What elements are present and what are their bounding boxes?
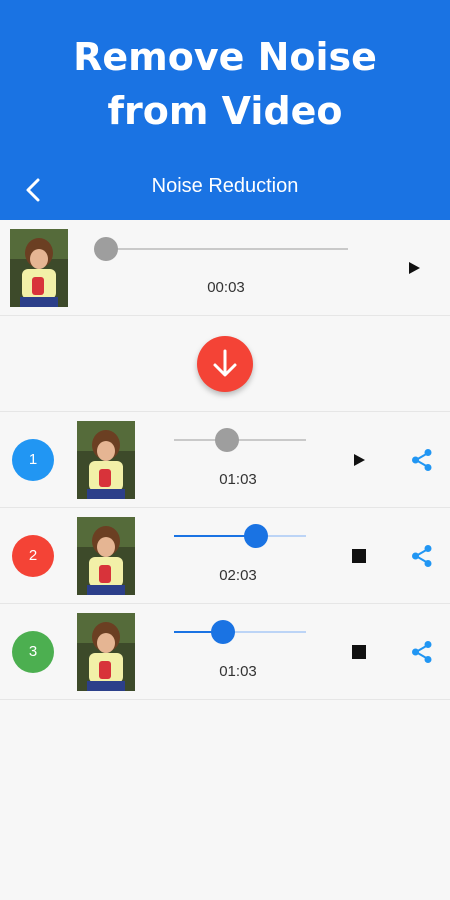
original-seek-slider[interactable]: [94, 237, 348, 261]
original-video-row: 00:03: [0, 220, 450, 316]
result-stop-button[interactable]: [347, 640, 371, 664]
slider-track: [174, 439, 306, 441]
result-time: 01:03: [219, 471, 257, 488]
result-number-badge: 1: [12, 439, 54, 481]
original-time: 00:03: [207, 279, 245, 296]
share-icon: [412, 545, 432, 567]
result-seek-slider[interactable]: [174, 428, 306, 452]
share-icon: [412, 641, 432, 663]
result-number-badge: 3: [12, 631, 54, 673]
result-time: 02:03: [219, 567, 257, 584]
result-stop-button[interactable]: [347, 544, 371, 568]
header: Remove Noise from Video Noise Reduction: [0, 0, 450, 220]
promo-line-1: Remove Noise: [73, 35, 377, 79]
original-play-button[interactable]: [402, 256, 426, 280]
arrow-down-icon: [213, 349, 237, 377]
promo-title: Remove Noise from Video: [0, 30, 450, 138]
slider-thumb[interactable]: [210, 620, 235, 644]
result-row-3: 3 01:03: [0, 604, 450, 700]
result-row-2: 2 02:03: [0, 508, 450, 604]
stop-icon: [352, 645, 366, 659]
slider-track: [106, 248, 348, 250]
slider-thumb[interactable]: [214, 428, 239, 452]
video-thumbnail: [77, 517, 135, 595]
process-download-button[interactable]: [197, 336, 253, 392]
share-button[interactable]: [408, 638, 436, 666]
result-seek-slider[interactable]: [174, 524, 306, 548]
play-icon: [409, 262, 420, 274]
video-thumbnail: [77, 421, 135, 499]
result-play-button[interactable]: [347, 448, 371, 472]
video-thumbnail: [77, 613, 135, 691]
result-seek-slider[interactable]: [174, 620, 306, 644]
result-time: 01:03: [219, 663, 257, 680]
toolbar-title: Noise Reduction: [151, 175, 299, 197]
result-row-1: 1 01:03: [0, 412, 450, 508]
slider-thumb[interactable]: [94, 237, 118, 261]
share-button[interactable]: [408, 446, 436, 474]
result-number-badge: 2: [12, 535, 54, 577]
play-icon: [354, 454, 365, 466]
share-icon: [412, 449, 432, 471]
app-toolbar: Noise Reduction: [0, 160, 450, 216]
slider-thumb[interactable]: [243, 524, 268, 548]
promo-line-2: from Video: [107, 89, 343, 133]
share-button[interactable]: [408, 542, 436, 570]
video-thumbnail: [10, 229, 68, 307]
stop-icon: [352, 549, 366, 563]
